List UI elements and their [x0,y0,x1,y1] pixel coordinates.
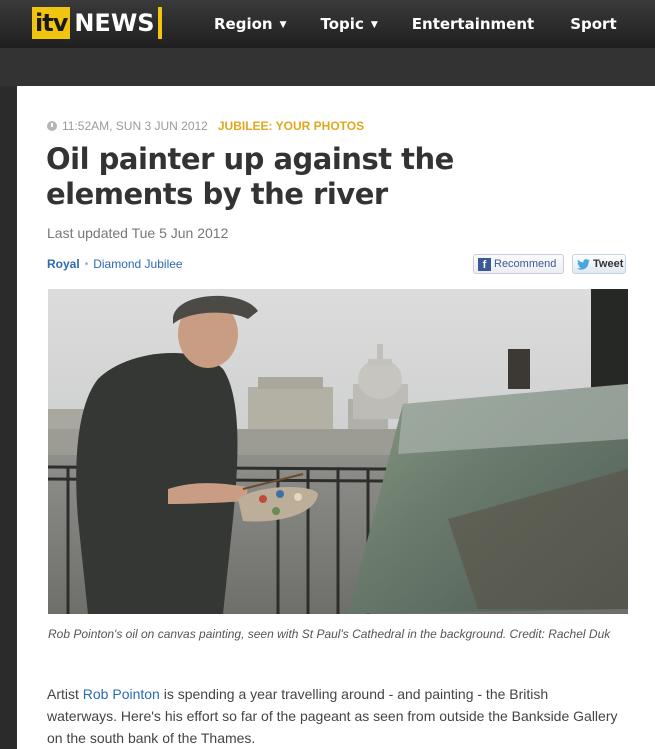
photo-caption: Rob Pointon's oil on canvas painting, se… [48,627,611,641]
last-updated: Last updated Tue 5 Jun 2012 [47,225,229,241]
main-nav: Region ▼ Topic ▼ Entertainment Sport [210,0,617,48]
twitter-bird-icon [577,258,590,270]
facebook-icon: f [478,257,491,271]
nav-sport[interactable]: Sport [570,15,616,33]
article-meta: 11:52AM, SUN 3 JUN 2012 JUBILEE: YOUR PH… [47,119,364,133]
photo-illustration [48,289,628,614]
recommend-label: Recommend [494,258,557,270]
top-navigation-bar: itv NEWS Region ▼ Topic ▼ Entertainment … [0,0,655,48]
article-tags: Royal • Diamond Jubilee [47,257,183,271]
nav-topic-label: Topic [320,15,364,33]
sub-navigation-bar [0,48,655,86]
body-prefix: Artist [47,686,83,702]
tag-separator: • [84,258,89,270]
article-title: Oil painter up against the elements by t… [46,142,454,211]
article-body: Artist Rob Pointon is spending a year tr… [47,683,622,749]
logo-itv-text: itv [32,7,71,39]
tag-royal-link[interactable]: Royal [47,257,80,271]
nav-topic[interactable]: Topic ▼ [321,15,378,33]
nav-entertainment[interactable]: Entertainment [412,15,534,33]
nav-sport-label: Sport [570,15,617,33]
article-card: 11:52AM, SUN 3 JUN 2012 JUBILEE: YOUR PH… [17,86,655,749]
nav-entertainment-label: Entertainment [411,15,535,33]
facebook-recommend-button[interactable]: f Recommend [473,254,564,274]
article-photo[interactable] [48,289,628,614]
tweet-label: Tweet [593,258,624,270]
chevron-down-icon: ▼ [370,20,378,30]
chevron-down-icon: ▼ [279,20,287,30]
itv-news-logo[interactable]: itv NEWS [32,5,162,41]
nav-region[interactable]: Region ▼ [214,15,287,33]
article-category-link[interactable]: JUBILEE: YOUR PHOTOS [218,119,364,133]
nav-region-label: Region [214,15,273,33]
logo-accent-bar [157,7,162,39]
rob-pointon-link[interactable]: Rob Pointon [83,686,160,702]
tweet-button[interactable]: Tweet [572,254,626,274]
article-timestamp: 11:52AM, SUN 3 JUN 2012 [62,119,208,133]
clock-icon [47,121,57,131]
tag-diamond-jubilee-link[interactable]: Diamond Jubilee [93,257,182,271]
logo-news-text: NEWS [74,9,155,37]
